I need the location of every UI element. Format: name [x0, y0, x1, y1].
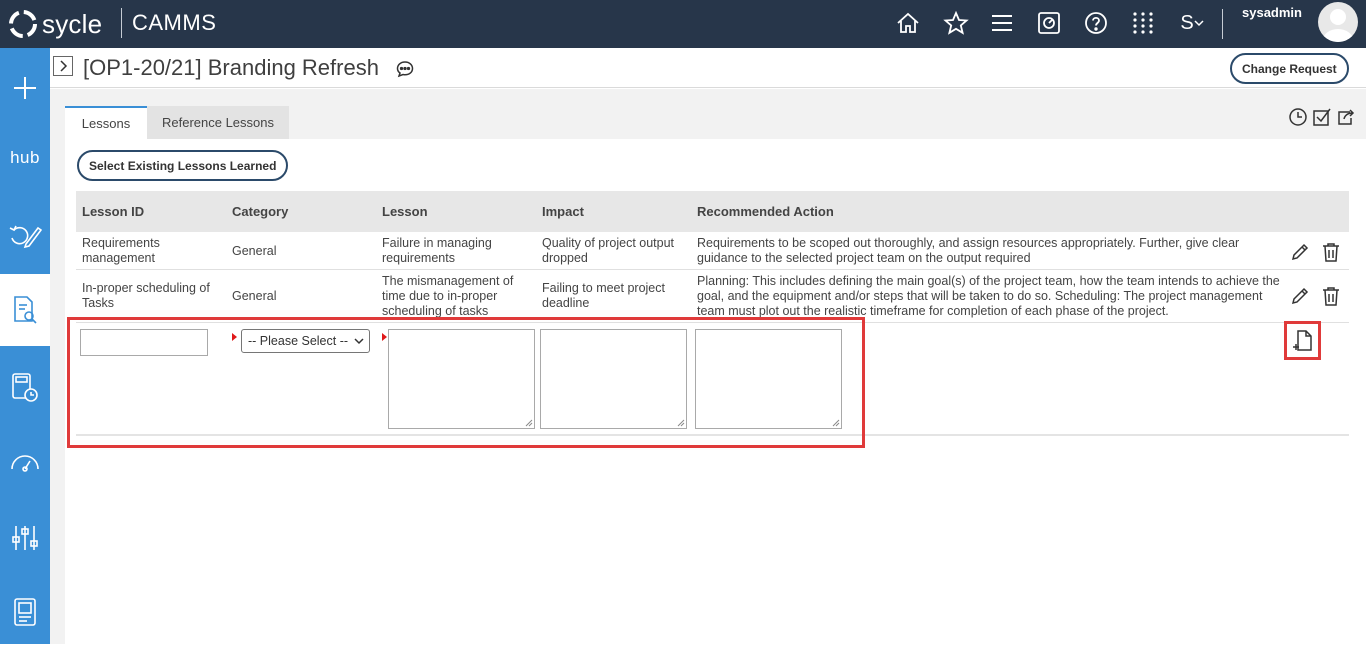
cell-category: General: [232, 244, 277, 258]
toolbar: [1288, 107, 1356, 132]
help-icon[interactable]: [1081, 8, 1111, 38]
language-label: S: [1180, 11, 1194, 34]
history-icon[interactable]: [1288, 107, 1308, 132]
cell-recommended-action: Requirements to be scoped out thoroughly…: [697, 236, 1240, 265]
column-header-impact[interactable]: Impact: [542, 204, 584, 219]
content-area: Lessons Reference Lessons Select Existin…: [50, 89, 1366, 644]
cell-impact: Failing to meet project deadline: [542, 281, 665, 310]
row-actions: [1290, 242, 1340, 267]
change-request-button[interactable]: Change Request: [1230, 53, 1349, 84]
cell-lesson-id: In-proper scheduling of Tasks: [82, 281, 210, 310]
column-header-lesson[interactable]: Lesson: [382, 204, 428, 219]
gauge-icon[interactable]: [0, 426, 50, 498]
select-existing-lessons-button[interactable]: Select Existing Lessons Learned: [77, 150, 289, 181]
chevron-down-icon: [1194, 20, 1204, 27]
page-header: [OP1-20/21] Branding Refresh Change Requ…: [50, 48, 1366, 88]
add-file-button[interactable]: [1284, 321, 1321, 360]
calculator-clock-icon[interactable]: [0, 352, 50, 424]
app-name: CAMMS: [132, 10, 217, 35]
sidebar: hub: [0, 48, 50, 644]
edit-pencil-icon[interactable]: [1290, 242, 1310, 267]
apps-grid-icon[interactable]: [1128, 8, 1158, 38]
new-row-highlight: [67, 317, 865, 448]
hub-icon[interactable]: hub: [0, 122, 50, 194]
delete-trash-icon[interactable]: [1322, 286, 1340, 311]
cell-recommended-action: Planning: This includes defining the mai…: [697, 274, 1280, 318]
cell-category: General: [232, 289, 277, 303]
report-icon[interactable]: [0, 576, 50, 648]
avatar[interactable]: [1318, 2, 1358, 42]
menu-icon[interactable]: [987, 8, 1017, 38]
dashboard-icon[interactable]: [1034, 8, 1064, 38]
cell-lesson: Failure in managing requirements: [382, 236, 492, 265]
cell-impact: Quality of project output dropped: [542, 236, 675, 265]
edit-cycle-icon[interactable]: [0, 200, 50, 272]
row-actions: [1290, 286, 1340, 311]
user-name[interactable]: sysadmin: [1242, 5, 1302, 20]
share-icon[interactable]: [1336, 107, 1356, 132]
home-icon[interactable]: [893, 8, 923, 38]
sliders-icon[interactable]: [0, 502, 50, 574]
document-search-icon[interactable]: [0, 274, 50, 346]
add-icon[interactable]: [0, 52, 50, 124]
divider: [1222, 9, 1223, 39]
tab-lessons[interactable]: Lessons: [65, 106, 147, 139]
cell-lesson-id: Requirements management: [82, 236, 160, 265]
page-title: [OP1-20/21] Branding Refresh: [83, 55, 379, 80]
sycle-logo[interactable]: sycle: [6, 7, 102, 41]
hub-label: hub: [10, 148, 40, 167]
comment-icon[interactable]: [396, 60, 414, 83]
table-header: Lesson ID Category Lesson Impact Recomme…: [76, 191, 1349, 232]
chevron-right-icon: [60, 60, 68, 72]
add-file-icon: [1292, 329, 1312, 351]
column-header-category[interactable]: Category: [232, 204, 288, 219]
logo-text: sycle: [42, 8, 103, 39]
column-header-recommended-action[interactable]: Recommended Action: [697, 204, 834, 219]
table-row: Requirements management General Failure …: [76, 232, 1349, 270]
checkbox-icon[interactable]: [1312, 107, 1332, 132]
cell-lesson: The mismanagement of time due to in-prop…: [382, 274, 514, 318]
language-icon[interactable]: S: [1175, 8, 1209, 38]
column-header-lesson-id[interactable]: Lesson ID: [82, 204, 144, 219]
star-icon[interactable]: [941, 8, 971, 38]
lessons-panel: Select Existing Lessons Learned Lesson I…: [65, 139, 1366, 644]
delete-trash-icon[interactable]: [1322, 242, 1340, 267]
sycle-logo-icon: [9, 10, 37, 38]
tab-reference-lessons[interactable]: Reference Lessons: [147, 106, 289, 139]
divider: [121, 8, 122, 38]
expand-panel-button[interactable]: [53, 56, 73, 76]
top-navigation-bar: sycle CAMMS S sysadmin: [0, 0, 1366, 48]
table-row: In-proper scheduling of Tasks General Th…: [76, 270, 1349, 323]
edit-pencil-icon[interactable]: [1290, 286, 1310, 311]
